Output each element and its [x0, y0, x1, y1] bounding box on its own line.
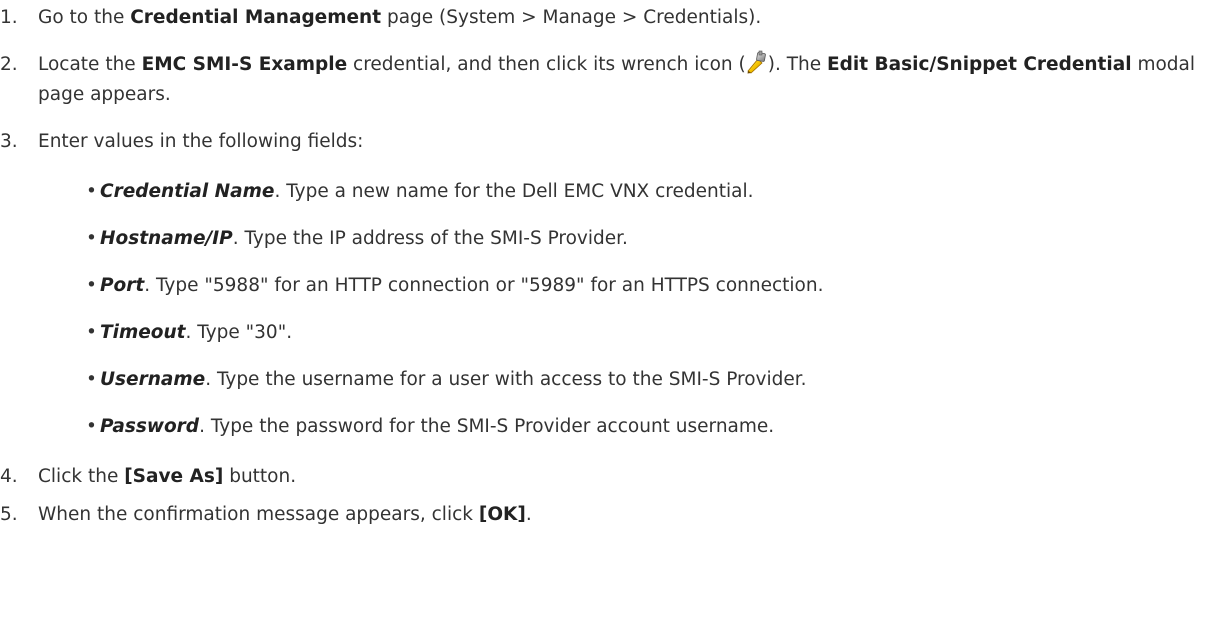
field-description: . Type the username for a user with acce… — [205, 369, 807, 390]
field-name: Timeout — [100, 322, 186, 343]
step-number: 4. — [0, 466, 18, 487]
field-list: • Credential Name. Type a new name for th… — [0, 177, 1206, 442]
field-name: Credential Name — [100, 181, 275, 202]
step-1: 1. Go to the Credential Management page … — [0, 3, 1206, 33]
step-text: Go to the — [38, 7, 131, 28]
credential-name: EMC SMI-S Example — [141, 54, 348, 75]
button-name: [Save As] — [124, 466, 224, 487]
step-text: When the confirmation message appears, c… — [38, 504, 479, 525]
step-2: 2. Locate the EMC SMI-S Example credenti… — [0, 50, 1206, 110]
procedure-document: 1. Go to the Credential Management page … — [0, 0, 1206, 530]
list-item: • Hostname/IP. Type the IP address of the… — [86, 224, 1206, 254]
step-3: 3. Enter values in the following fields: — [0, 127, 1206, 157]
step-text: Click the — [38, 466, 125, 487]
list-item: • Credential Name. Type a new name for th… — [86, 177, 1206, 207]
step-text: page (System > Manage > Credentials). — [381, 7, 762, 28]
wrench-icon — [746, 50, 768, 74]
step-text: credential, and then click its wrench ic… — [347, 54, 746, 75]
step-text: ). The — [767, 54, 828, 75]
step-text: Locate the — [38, 54, 142, 75]
step-4: 4. Click the [Save As] button. — [0, 462, 1206, 492]
field-description: . Type the password for the SMI-S Provid… — [199, 416, 775, 437]
step-text: button. — [223, 466, 297, 487]
step-number: 2. — [0, 54, 18, 75]
bullet: • — [86, 181, 97, 202]
bullet: • — [86, 228, 97, 249]
list-item: • Password. Type the password for the SMI… — [86, 412, 1206, 442]
step-5: 5. When the confirmation message appears… — [0, 500, 1206, 530]
bullet: • — [86, 416, 97, 437]
bullet: • — [86, 369, 97, 390]
list-item: • Username. Type the username for a user … — [86, 365, 1206, 395]
step-number: 3. — [0, 131, 18, 152]
field-name: Username — [100, 369, 206, 390]
field-name: Hostname/IP — [100, 228, 233, 249]
field-name: Password — [100, 416, 200, 437]
field-description: . Type "5988" for an HTTP connection or … — [144, 275, 824, 296]
page-name: Credential Management — [130, 7, 382, 28]
bullet: • — [86, 275, 97, 296]
list-item: • Timeout. Type "30". — [86, 318, 1206, 348]
field-description: . Type the IP address of the SMI-S Provi… — [232, 228, 628, 249]
field-name: Port — [100, 275, 145, 296]
step-number: 1. — [0, 7, 18, 28]
list-item: • Port. Type "5988" for an HTTP connectio… — [86, 271, 1206, 301]
field-description: . Type "30". — [185, 322, 293, 343]
button-name: [OK] — [478, 504, 526, 525]
step-number: 5. — [0, 504, 18, 525]
field-description: . Type a new name for the Dell EMC VNX c… — [274, 181, 754, 202]
modal-name: Edit Basic/Snippet Credential — [827, 54, 1132, 75]
bullet: • — [86, 322, 97, 343]
step-text: . — [525, 504, 532, 525]
step-text: Enter values in the following fields: — [38, 131, 364, 152]
